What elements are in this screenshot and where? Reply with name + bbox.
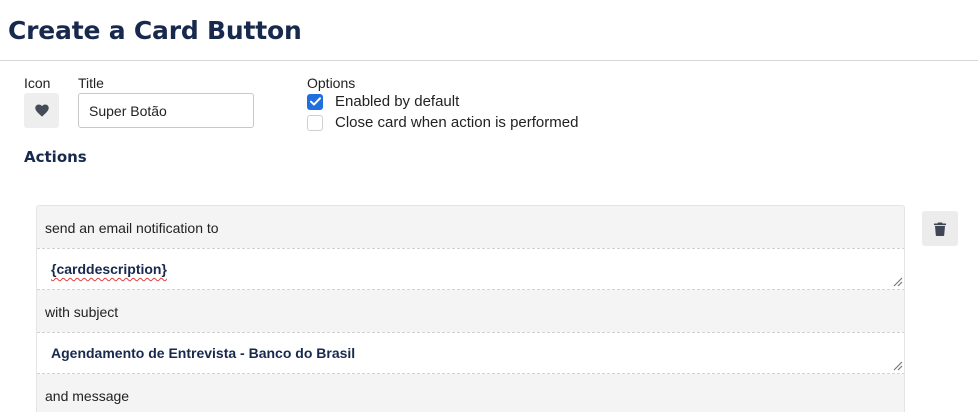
- icon-picker-button[interactable]: [24, 93, 59, 128]
- delete-action-button[interactable]: [922, 211, 958, 246]
- action-text-message: and message: [45, 388, 130, 404]
- title-divider: [0, 60, 978, 61]
- email-subject-field[interactable]: Agendamento de Entrevista - Banco do Bra…: [37, 332, 904, 374]
- email-to-field[interactable]: {carddescription}: [37, 248, 904, 290]
- trash-icon: [934, 222, 946, 236]
- action-text-to: send an email notification to: [45, 220, 219, 236]
- resize-handle-icon[interactable]: [892, 276, 903, 287]
- option-enabled-by-default[interactable]: Enabled by default: [307, 93, 459, 110]
- email-action-block: send an email notification to {carddescr…: [36, 205, 905, 412]
- resize-handle-icon[interactable]: [892, 360, 903, 371]
- close-card-label: Close card when action is performed: [335, 114, 579, 131]
- email-subject-value: Agendamento de Entrevista - Banco do Bra…: [51, 345, 356, 361]
- actions-heading: Actions: [24, 148, 87, 166]
- action-text-subject: with subject: [45, 304, 119, 320]
- heart-icon: [34, 104, 49, 117]
- icon-label: Icon: [24, 75, 51, 91]
- title-label: Title: [78, 75, 104, 91]
- create-card-button-page: Create a Card Button Icon Title Options …: [0, 0, 978, 412]
- email-to-value: {carddescription}: [51, 261, 167, 277]
- enabled-by-default-label: Enabled by default: [335, 93, 460, 110]
- page-title: Create a Card Button: [8, 16, 302, 45]
- enabled-by-default-checkbox[interactable]: [307, 93, 323, 110]
- option-close-card[interactable]: Close card when action is performed: [307, 114, 578, 131]
- options-label: Options: [307, 75, 356, 91]
- checkmark-icon: [309, 97, 321, 106]
- close-card-checkbox[interactable]: [307, 114, 323, 131]
- title-input[interactable]: [78, 93, 254, 128]
